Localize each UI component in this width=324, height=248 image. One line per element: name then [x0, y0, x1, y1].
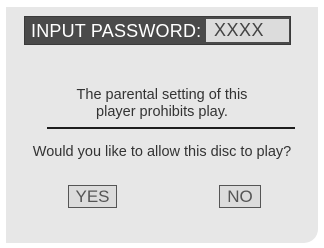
allow-question: Would you like to allow this disc to pla…: [32, 144, 292, 160]
no-button[interactable]: NO: [219, 185, 261, 208]
divider: [47, 127, 295, 129]
password-label: INPUT PASSWORD:: [31, 21, 202, 41]
yes-button[interactable]: YES: [68, 185, 117, 208]
prohibition-message: The parental setting of this player proh…: [6, 87, 318, 121]
password-input[interactable]: XXXX: [205, 18, 290, 43]
parental-control-dialog: INPUT PASSWORD: XXXX The parental settin…: [6, 7, 318, 243]
message-line-2: player prohibits play.: [96, 104, 228, 120]
password-bar: INPUT PASSWORD: XXXX: [24, 16, 291, 45]
message-line-1: The parental setting of this: [76, 87, 248, 103]
